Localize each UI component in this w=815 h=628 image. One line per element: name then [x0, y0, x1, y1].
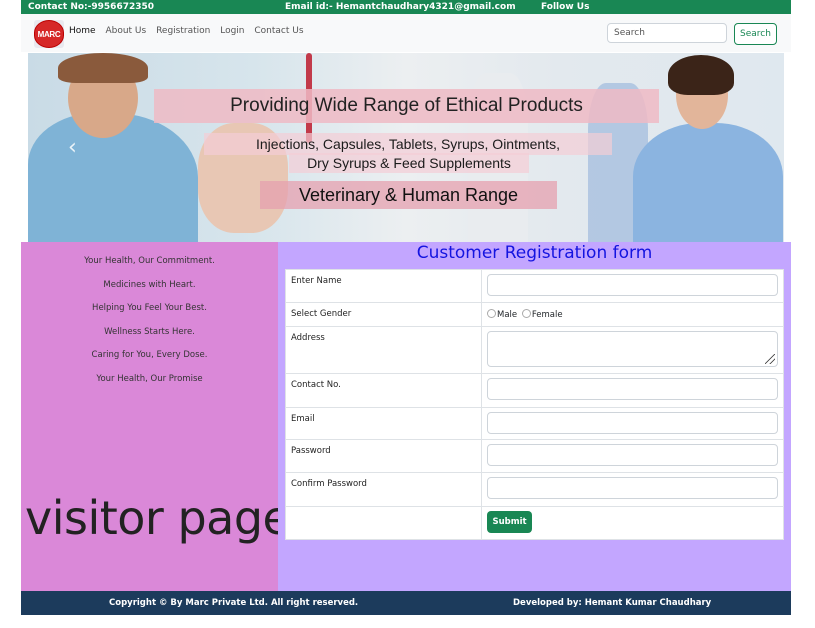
nav-registration[interactable]: Registration	[156, 26, 210, 36]
banner-products-line2: Dry Syrups & Feed Supplements	[289, 153, 529, 173]
gender-female-radio[interactable]	[521, 309, 531, 318]
search-input[interactable]	[607, 23, 727, 43]
password-input[interactable]	[487, 444, 778, 466]
gender-male-label: Male	[497, 310, 518, 320]
email-label: Email	[285, 407, 482, 440]
navbar: MARC Home About Us Registration Login Co…	[21, 14, 791, 52]
gender-label: Select Gender	[285, 302, 482, 327]
follow-us-link[interactable]: Follow Us	[541, 0, 589, 14]
resize-grip-icon[interactable]	[765, 354, 775, 364]
address-label: Address	[285, 326, 482, 374]
registration-form: Enter Name Select Gender Male Female Add…	[285, 269, 784, 540]
contact-label: Contact No.	[285, 373, 482, 408]
visitor-page-heading: visitor page	[25, 491, 291, 545]
nav-login[interactable]: Login	[220, 26, 244, 36]
top-info-bar: Contact No:-9956672350 Email id:- Hemant…	[21, 0, 791, 14]
name-label: Enter Name	[285, 269, 482, 303]
banner-products-line1: Injections, Capsules, Tablets, Syrups, O…	[204, 133, 612, 155]
gender-female-label: Female	[531, 310, 563, 320]
submit-button[interactable]: Submit	[487, 511, 532, 533]
carousel-prev-icon[interactable]: ‹	[68, 135, 77, 160]
email-address: Email id:- Hemantchaudhary4321@gmail.com	[285, 2, 516, 12]
banner-child-hair	[58, 53, 148, 83]
registration-panel: Customer Registration form Enter Name Se…	[278, 242, 791, 591]
slogan-list: Your Health, Our Commitment. Medicines w…	[21, 256, 278, 397]
banner-range: Veterinary & Human Range	[260, 181, 557, 209]
sidebar: Your Health, Our Commitment. Medicines w…	[21, 242, 291, 591]
name-input[interactable]	[487, 274, 778, 296]
form-title: Customer Registration form	[416, 243, 653, 263]
gender-male-radio[interactable]	[487, 309, 496, 318]
confirm-password-input[interactable]	[487, 477, 778, 499]
contact-number: Contact No:-9956672350	[28, 2, 155, 12]
slogan: Helping You Feel Your Best.	[92, 303, 207, 313]
logo-text: MARC	[34, 20, 64, 48]
slogan: Your Health, Our Commitment.	[84, 256, 215, 266]
slogan: Caring for You, Every Dose.	[91, 350, 208, 360]
slogan: Your Health, Our Promise	[96, 373, 203, 384]
banner-nurse-figure	[633, 123, 783, 242]
password-label: Password	[285, 439, 482, 473]
confirm-password-label: Confirm Password	[285, 472, 482, 507]
nav-about-us[interactable]: About Us	[105, 26, 146, 36]
banner-title: Providing Wide Range of Ethical Products	[154, 89, 659, 123]
footer: Copyright © By Marc Private Ltd. All rig…	[21, 591, 791, 615]
copyright-text: Copyright © By Marc Private Ltd. All rig…	[109, 598, 359, 608]
nav-home[interactable]: Home	[69, 26, 96, 36]
hero-carousel: Providing Wide Range of Ethical Products…	[28, 53, 784, 242]
address-textarea[interactable]	[487, 331, 778, 367]
slogan: Medicines with Heart.	[103, 279, 196, 290]
contact-input[interactable]	[487, 378, 778, 400]
banner-nurse-hair	[668, 55, 734, 95]
email-input[interactable]	[487, 412, 778, 434]
developer-credit: Developed by: Hemant Kumar Chaudhary	[513, 598, 712, 608]
brand-logo[interactable]: MARC	[34, 20, 64, 48]
nav-links: Home About Us Registration Login Contact…	[69, 26, 311, 36]
nav-contact-us[interactable]: Contact Us	[254, 26, 303, 36]
slogan: Wellness Starts Here.	[104, 326, 195, 337]
search-button[interactable]: Search	[734, 23, 777, 45]
